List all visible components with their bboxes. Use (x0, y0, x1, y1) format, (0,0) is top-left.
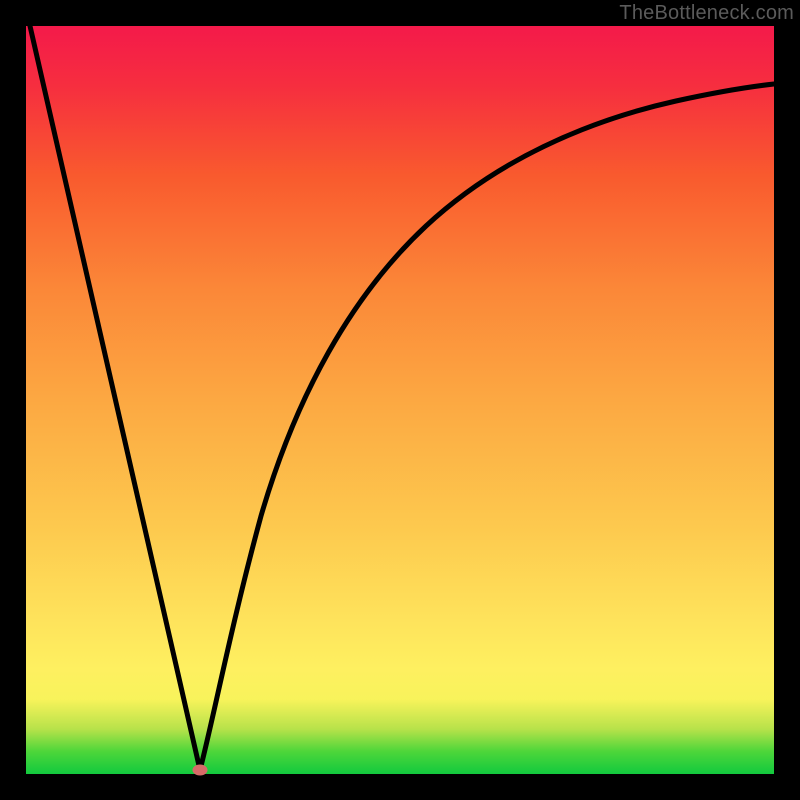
chart-frame (26, 26, 774, 774)
watermark-text: TheBottleneck.com (619, 2, 794, 25)
minimum-point-marker (193, 765, 208, 776)
bottleneck-curve (26, 26, 774, 774)
